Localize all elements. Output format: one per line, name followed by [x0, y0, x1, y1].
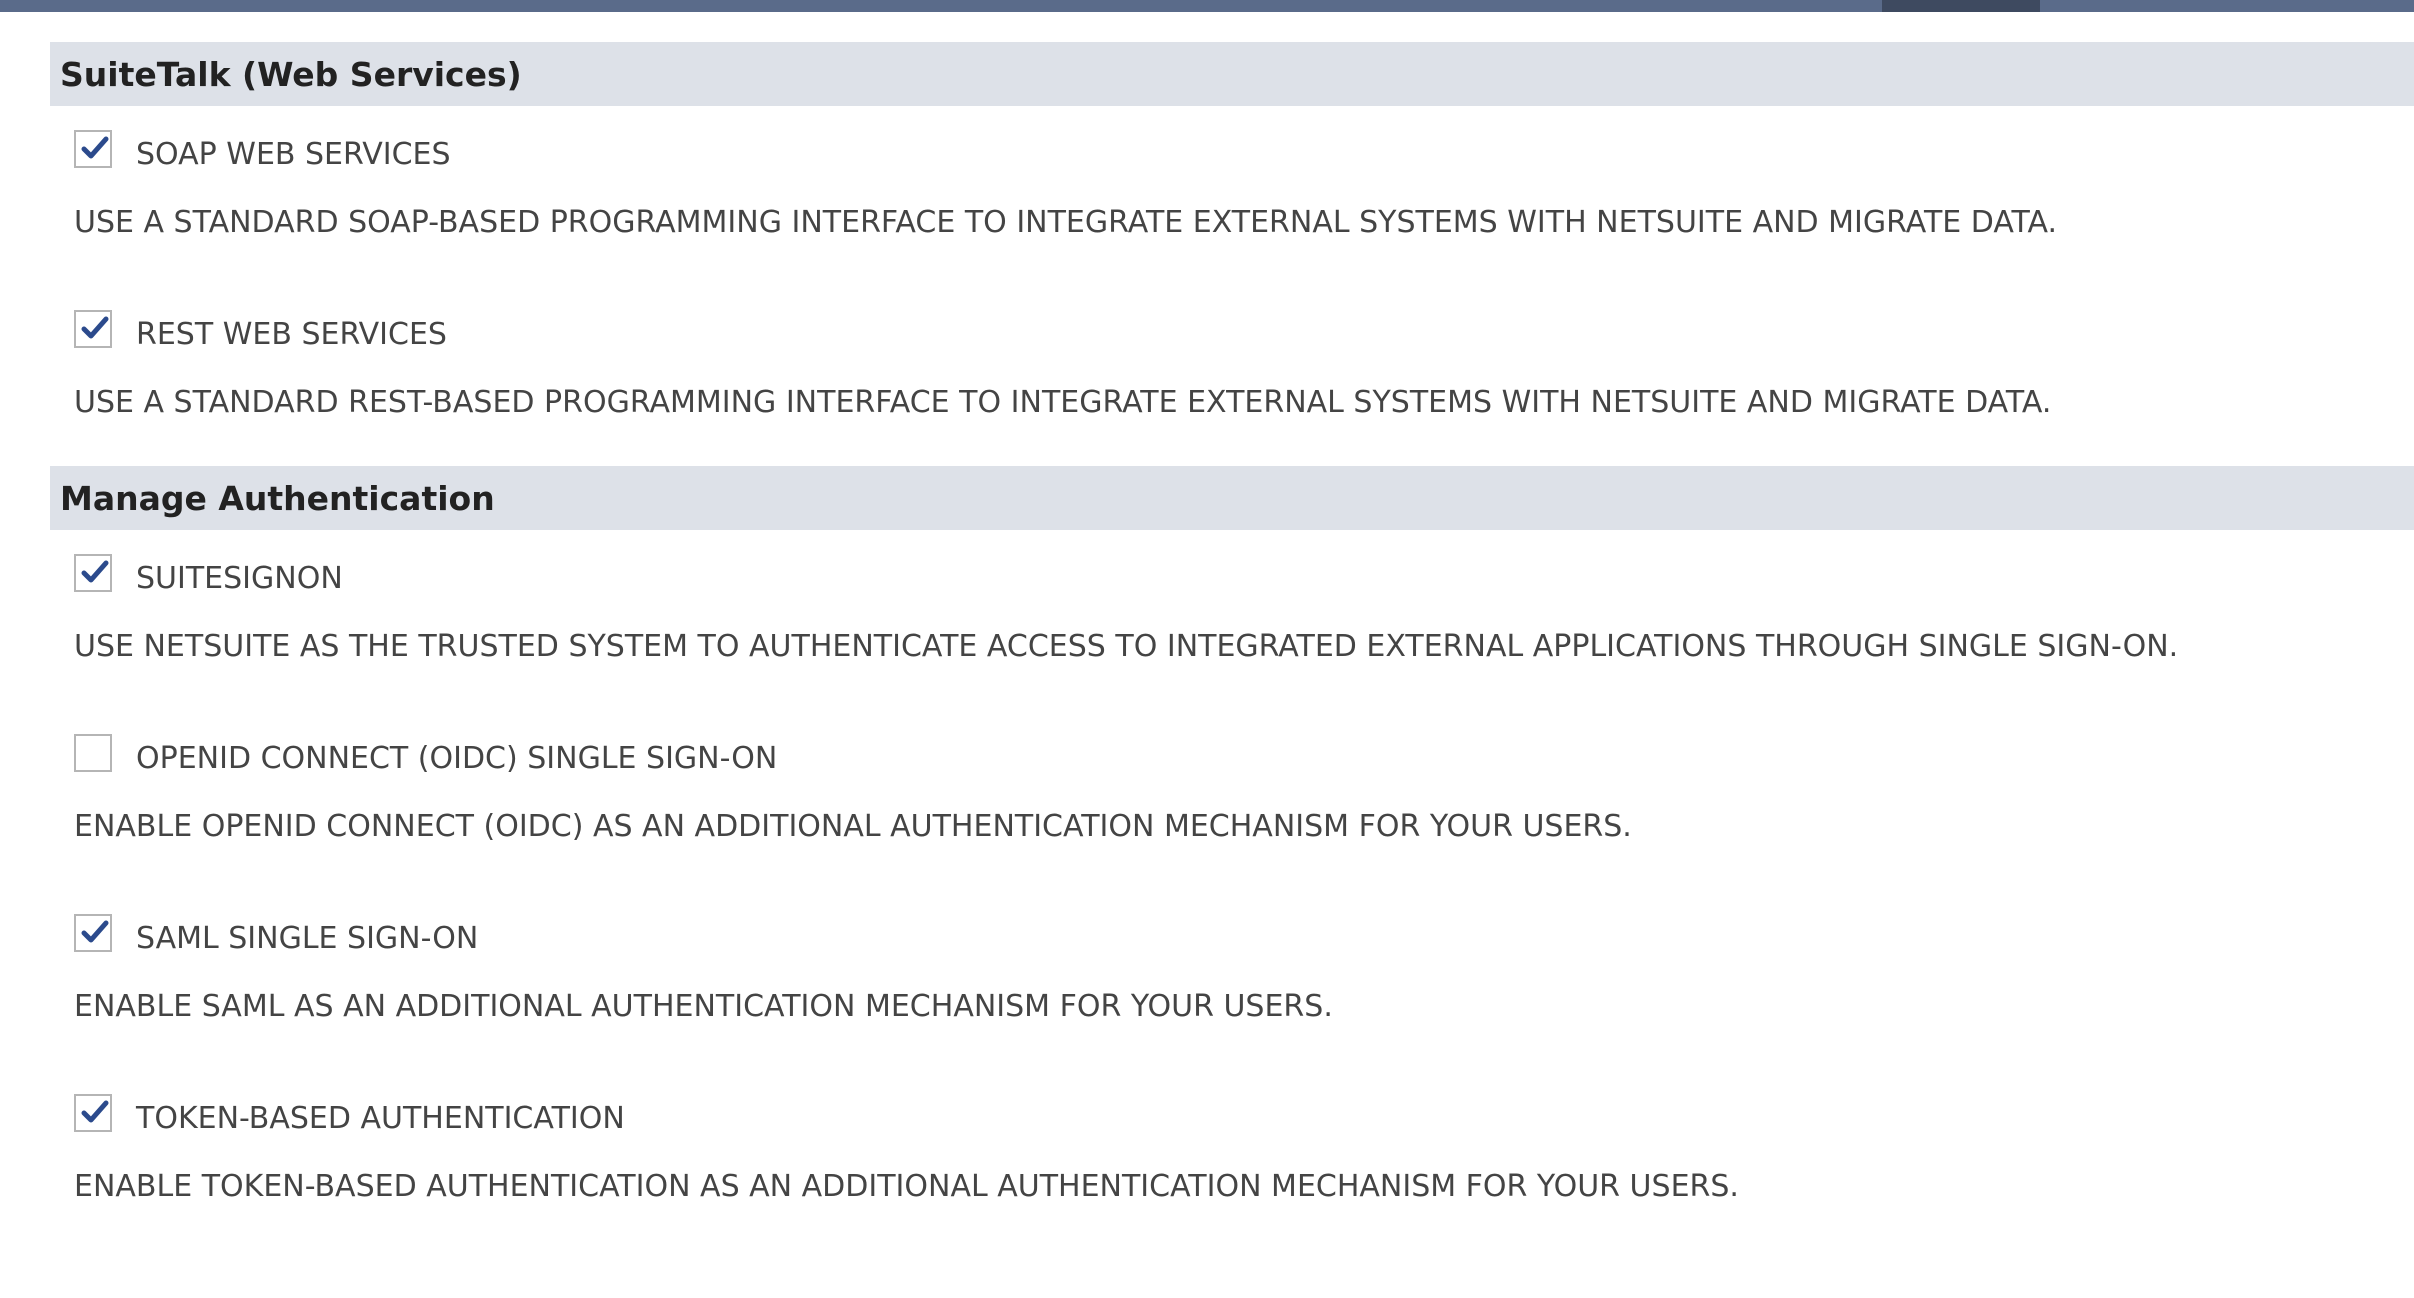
suitesignon-checkbox[interactable] [74, 554, 112, 592]
option-label: REST WEB SERVICES [136, 317, 447, 352]
option-description: ENABLE OPENID CONNECT (OIDC) AS AN ADDIT… [74, 809, 1632, 844]
section-header: Manage Authentication [50, 466, 2414, 530]
option-openid-connect: OPENID CONNECT (OIDC) SINGLE SIGN-ON ENA… [50, 710, 2414, 844]
option-description: ENABLE TOKEN-BASED AUTHENTICATION AS AN … [74, 1169, 1739, 1204]
option-description: USE NETSUITE AS THE TRUSTED SYSTEM TO AU… [74, 629, 2179, 664]
option-description: USE A STANDARD SOAP-BASED PROGRAMMING IN… [74, 205, 2058, 240]
token-based-auth-checkbox[interactable] [74, 1094, 112, 1132]
section-manage-authentication: Manage Authentication SUITESIGNON USE NE… [50, 466, 2414, 1204]
option-label: SOAP WEB SERVICES [136, 137, 451, 172]
option-soap-web-services: SOAP WEB SERVICES USE A STANDARD SOAP-BA… [50, 106, 2414, 240]
option-description: USE A STANDARD REST-BASED PROGRAMMING IN… [74, 385, 2052, 420]
option-token-based-auth: TOKEN-BASED AUTHENTICATION ENABLE TOKEN-… [50, 1070, 2414, 1204]
option-suitesignon: SUITESIGNON USE NETSUITE AS THE TRUSTED … [50, 530, 2414, 664]
top-nav-bar [0, 0, 2414, 12]
checkmark-icon [81, 1100, 109, 1123]
checkmark-icon [81, 560, 109, 583]
features-page: SuiteTalk (Web Services) SOAP WEB SERVIC… [0, 12, 2414, 1250]
option-label: OPENID CONNECT (OIDC) SINGLE SIGN-ON [136, 741, 778, 776]
option-label: SAML SINGLE SIGN-ON [136, 921, 479, 956]
option-description: ENABLE SAML AS AN ADDITIONAL AUTHENTICAT… [74, 989, 1333, 1024]
section-header: SuiteTalk (Web Services) [50, 42, 2414, 106]
saml-sso-checkbox[interactable] [74, 914, 112, 952]
section-suitetalk: SuiteTalk (Web Services) SOAP WEB SERVIC… [50, 42, 2414, 420]
option-saml-sso: SAML SINGLE SIGN-ON ENABLE SAML AS AN AD… [50, 890, 2414, 1024]
active-tab-indicator[interactable] [1882, 0, 2040, 12]
option-rest-web-services: REST WEB SERVICES USE A STANDARD REST-BA… [50, 286, 2414, 420]
checkmark-icon [81, 920, 109, 943]
openid-connect-checkbox[interactable] [74, 734, 112, 772]
option-label: SUITESIGNON [136, 561, 343, 596]
rest-web-services-checkbox[interactable] [74, 310, 112, 348]
soap-web-services-checkbox[interactable] [74, 130, 112, 168]
option-label: TOKEN-BASED AUTHENTICATION [136, 1101, 625, 1136]
checkmark-icon [81, 136, 109, 159]
checkmark-icon [81, 316, 109, 339]
